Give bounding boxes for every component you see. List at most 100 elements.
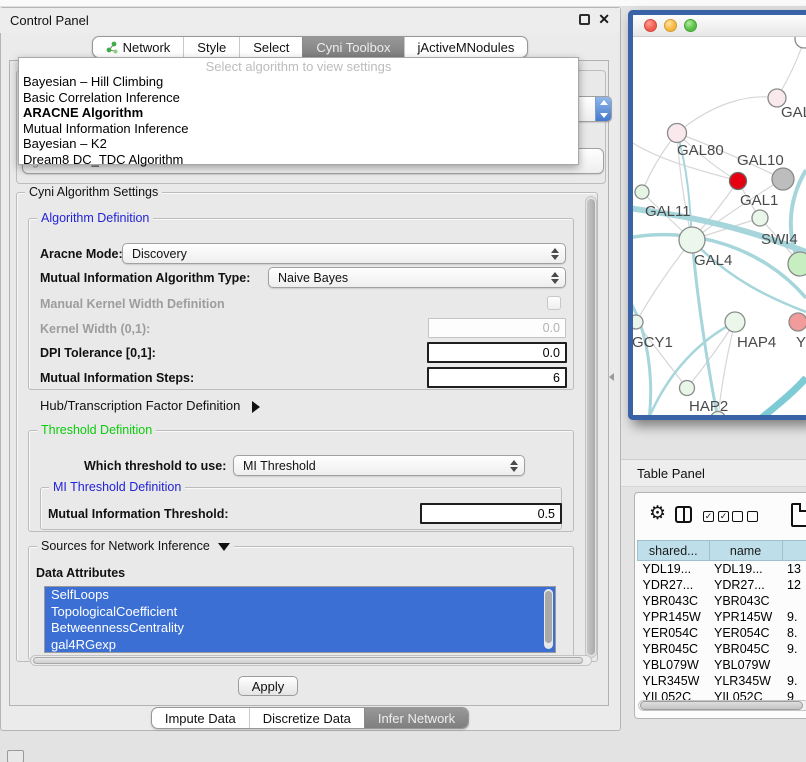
close-traffic-light-icon[interactable] <box>644 19 657 32</box>
threshold-definition-title: Threshold Definition <box>37 423 156 437</box>
network-edge[interactable] <box>642 133 677 192</box>
table-row[interactable]: YDR27...YDR27...12 <box>638 577 806 593</box>
column-header[interactable]: shared... <box>638 541 710 561</box>
table-row[interactable]: YDL19...YDL19...13 <box>638 561 806 577</box>
tab-label: Network <box>123 37 171 58</box>
algorithm-option[interactable]: Bayesian – Hill Climbing <box>19 74 578 90</box>
hub-section-header[interactable]: Hub/Transcription Factor Definition <box>40 398 260 413</box>
algorithm-dropdown-popup: Select algorithm to view settings Bayesi… <box>18 57 579 165</box>
table-browser-window: ⚙ ✓ ✓ shared...name YDL19...YDL19...13YD… <box>634 492 806 719</box>
apply-button[interactable]: Apply <box>238 676 298 696</box>
table-cell: YDL19... <box>638 561 710 577</box>
algorithm-option[interactable]: Basic Correlation Inference <box>19 90 578 106</box>
table-row[interactable]: YBR043CYBR043C <box>638 593 806 609</box>
network-node[interactable] <box>795 37 806 48</box>
unchecked-pair-icon[interactable] <box>732 511 758 522</box>
dpi-tolerance-label: DPI Tolerance [0,1]: <box>40 346 156 360</box>
data-attributes-list[interactable]: SelfLoopsTopologicalCoefficientBetweenne… <box>44 586 556 653</box>
columns-icon[interactable] <box>675 506 692 523</box>
table-row[interactable]: YLR345WYLR345W9. <box>638 673 806 689</box>
hub-section-label: Hub/Transcription Factor Definition <box>40 398 240 413</box>
table-cell: 9. <box>782 673 806 689</box>
minimized-panel-icon[interactable] <box>7 750 24 762</box>
tab-impute-data[interactable]: Impute Data <box>152 708 249 728</box>
algorithm-option[interactable]: Mutual Information Inference <box>19 121 578 137</box>
mi-type-combo[interactable]: Naive Bayes <box>268 267 566 288</box>
float-window-icon[interactable] <box>579 14 590 25</box>
table-row[interactable]: YER054CYER054C8. <box>638 625 806 641</box>
table-cell: YDR27... <box>709 577 782 593</box>
sources-group-title[interactable]: Sources for Network Inference <box>37 539 234 553</box>
cyni-bottom-tabbar: Impute Data Discretize DataInfer Network <box>0 707 620 729</box>
zoom-traffic-light-icon[interactable] <box>684 19 697 32</box>
network-node[interactable] <box>789 313 806 331</box>
tab-label: Impute Data <box>165 708 236 729</box>
list-vertical-scrollbar[interactable] <box>544 589 553 649</box>
tab-select[interactable]: Select <box>239 37 302 57</box>
tab-infer-network[interactable]: Infer Network <box>364 708 468 728</box>
network-edge[interactable] <box>677 97 777 133</box>
algorithm-option[interactable]: Dream8 DC_TDC Algorithm <box>19 152 578 168</box>
table-cell: 9. <box>782 641 806 657</box>
attribute-list-item[interactable]: TopologicalCoefficient <box>45 604 555 621</box>
network-node[interactable] <box>680 381 695 396</box>
settings-horizontal-scrollbar[interactable] <box>30 655 592 666</box>
table-cell: YPR145W <box>638 609 710 625</box>
manual-kernel-label: Manual Kernel Width Definition <box>40 297 225 311</box>
network-edge[interactable] <box>636 240 692 322</box>
network-node[interactable] <box>788 252 806 276</box>
tab-label: jActiveMNodules <box>418 37 515 58</box>
network-node[interactable] <box>725 312 745 332</box>
aracne-mode-combo[interactable]: Discovery <box>122 243 566 264</box>
attribute-list-item[interactable]: BetweennessCentrality <box>45 620 555 637</box>
table-panel-titlebar: Table Panel <box>621 459 806 487</box>
control-panel-title: Control Panel <box>0 13 89 28</box>
network-node[interactable] <box>730 173 747 190</box>
attribute-list-item[interactable]: SelfLoops <box>45 587 555 604</box>
network-node[interactable] <box>668 124 687 143</box>
checkbox-unchecked-icon <box>747 511 758 522</box>
algorithm-option[interactable]: ARACNE Algorithm <box>19 105 578 121</box>
node-attribute-table[interactable]: shared...name YDL19...YDL19...13YDR27...… <box>637 540 806 705</box>
tab-network[interactable]: Network <box>93 37 184 57</box>
network-edge[interactable] <box>745 378 806 415</box>
network-node[interactable] <box>635 185 649 199</box>
column-header[interactable]: name <box>709 541 782 561</box>
table-cell: YDR27... <box>638 577 710 593</box>
checkbox-checked-icon: ✓ <box>718 511 729 522</box>
mi-threshold-field[interactable]: 0.5 <box>420 503 562 524</box>
gear-icon[interactable]: ⚙ <box>649 504 666 523</box>
algorithm-option[interactable]: Bayesian – K2 <box>19 136 578 152</box>
close-icon[interactable]: ✕ <box>598 14 610 25</box>
tab-jactivemnodules[interactable]: jActiveMNodules <box>404 37 528 57</box>
settings-vertical-scrollbar[interactable] <box>585 196 597 658</box>
algorithm-dropdown-list: Bayesian – Hill ClimbingBasic Correlatio… <box>19 74 578 167</box>
splitter-collapse-icon[interactable] <box>609 373 614 381</box>
table-row[interactable]: YBL079WYBL079W <box>638 657 806 673</box>
network-node[interactable] <box>752 210 768 226</box>
combo-stepper-icon <box>595 97 611 121</box>
column-header[interactable] <box>782 541 806 561</box>
attribute-list-item[interactable]: gal4RGexp <box>45 637 555 654</box>
which-threshold-combo[interactable]: MI Threshold <box>233 455 525 476</box>
mi-steps-field[interactable]: 6 <box>427 367 567 388</box>
minimize-traffic-light-icon[interactable] <box>664 19 677 32</box>
mi-type-value: Naive Bayes <box>278 271 348 285</box>
aracne-mode-label: Aracne Mode: <box>40 247 123 261</box>
collapse-arrow-icon <box>218 543 230 551</box>
table-row[interactable]: YPR145WYPR145W9. <box>638 609 806 625</box>
tab-style[interactable]: Style <box>183 37 239 57</box>
network-node[interactable] <box>633 315 643 329</box>
dpi-tolerance-field[interactable]: 0.0 <box>427 342 567 363</box>
network-node[interactable] <box>772 168 794 190</box>
network-node[interactable] <box>679 227 705 253</box>
tab-discretize-data[interactable]: Discretize Data <box>249 708 364 728</box>
combo-stepper-icon <box>550 248 559 260</box>
table-row[interactable]: YBR045CYBR045C9. <box>638 641 806 657</box>
data-attributes-label: Data Attributes <box>36 566 125 580</box>
checked-pair-icon[interactable]: ✓ ✓ <box>703 511 729 522</box>
document-icon[interactable] <box>791 503 806 527</box>
tab-cyni-toolbox[interactable]: Cyni Toolbox <box>302 37 403 57</box>
network-canvas[interactable]: GALGAL80GAL10GAL1GAL11GAL4SWI4GCY1HAP4YH… <box>633 37 806 415</box>
table-horizontal-scrollbar[interactable] <box>638 700 806 711</box>
